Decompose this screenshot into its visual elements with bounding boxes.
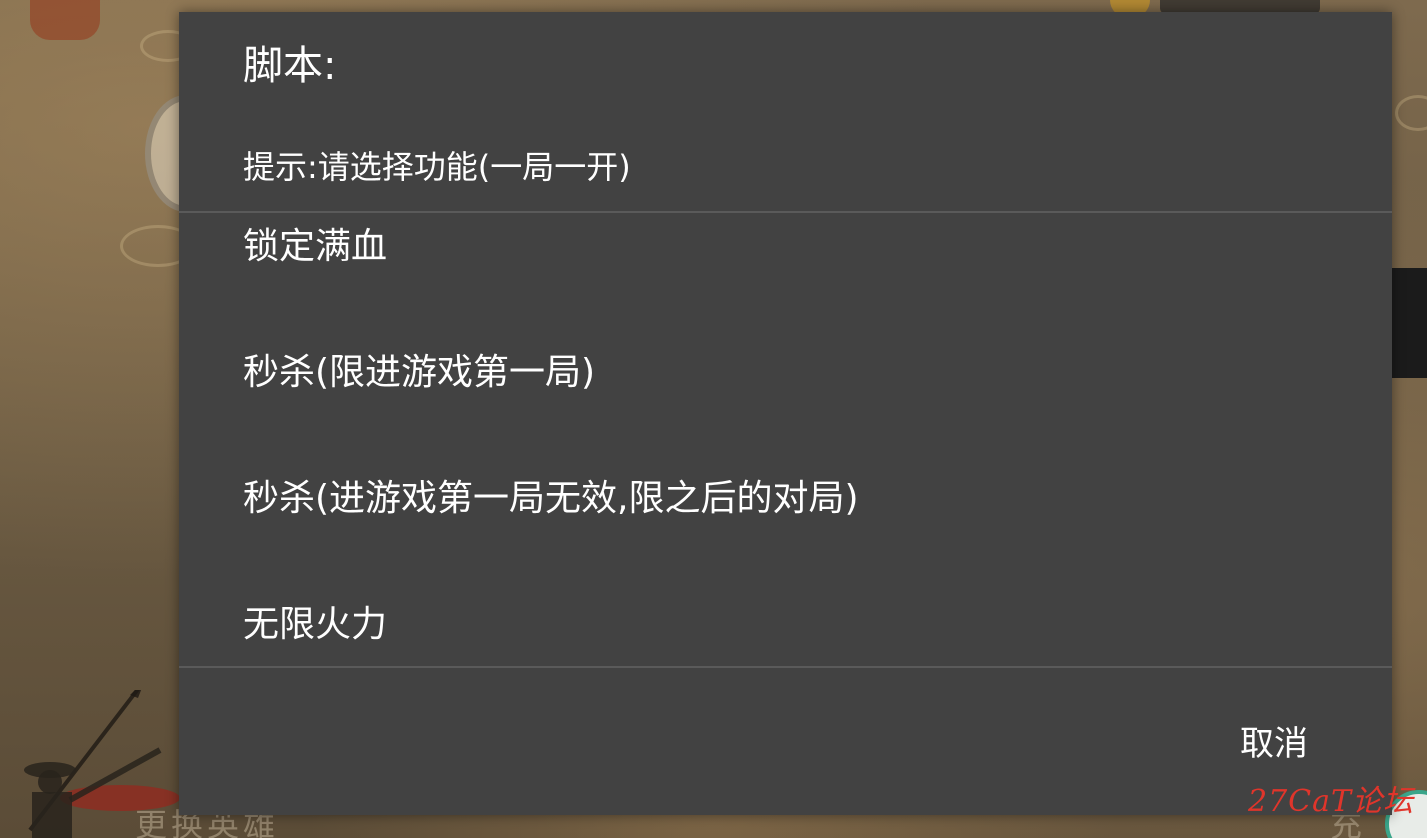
- dialog-title: 脚本:: [243, 43, 337, 89]
- cloud-decoration-icon: [1395, 95, 1427, 131]
- option-label: 锁定满血: [243, 226, 388, 267]
- option-instant-kill-first-round[interactable]: 秒杀(限进游戏第一局): [179, 319, 1392, 439]
- divider: [179, 666, 1392, 668]
- script-dialog: 脚本: 提示:请选择功能(一局一开) 锁定满血 秒杀(限进游戏第一局) 秒杀(进…: [179, 12, 1392, 815]
- side-panel: [1392, 268, 1427, 378]
- option-label: 秒杀(进游戏第一局无效,限之后的对局): [243, 478, 859, 519]
- watermark: 27CaT论坛: [1248, 784, 1415, 819]
- options-list: 锁定满血 秒杀(限进游戏第一局) 秒杀(进游戏第一局无效,限之后的对局) 无限火…: [179, 213, 1392, 666]
- option-unlimited-firepower[interactable]: 无限火力: [179, 571, 1392, 666]
- cancel-button[interactable]: 取消: [1219, 712, 1329, 776]
- dialog-hint: 提示:请选择功能(一局一开): [243, 148, 631, 186]
- option-label: 无限火力: [243, 604, 388, 645]
- option-lock-full-health[interactable]: 锁定满血: [179, 213, 1392, 313]
- game-badge-icon: [30, 0, 100, 40]
- option-instant-kill-later-rounds[interactable]: 秒杀(进游戏第一局无效,限之后的对局): [179, 445, 1392, 565]
- option-label: 秒杀(限进游戏第一局): [243, 352, 596, 393]
